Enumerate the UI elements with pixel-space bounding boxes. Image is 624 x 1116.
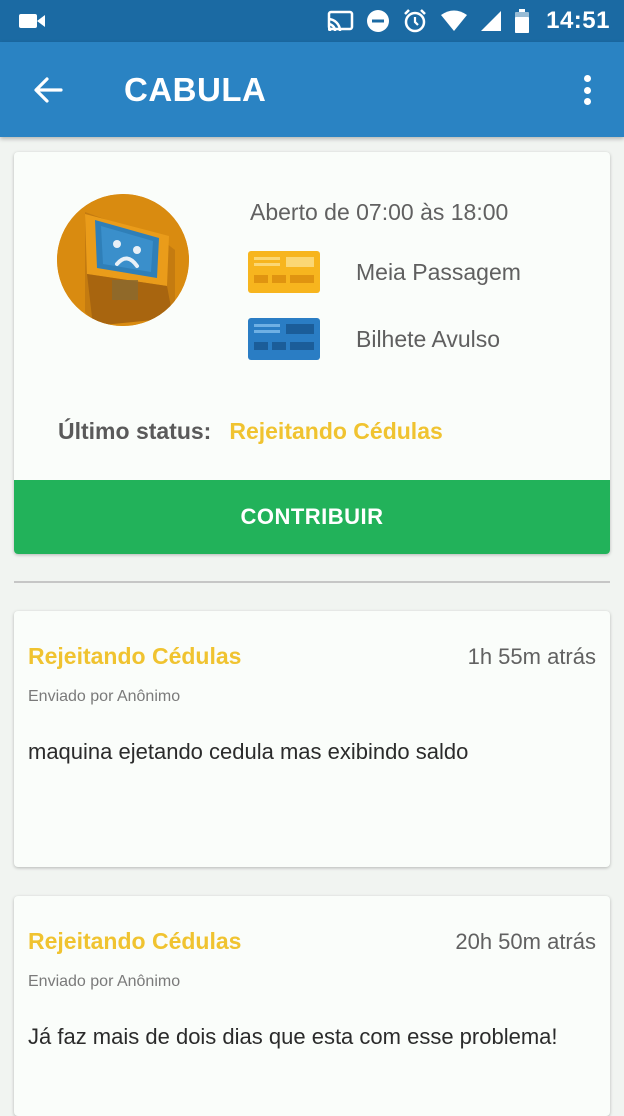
- app-bar: CABULA: [0, 42, 624, 137]
- wifi-icon: [440, 9, 468, 33]
- report-author: Enviado por Anônimo: [28, 688, 181, 705]
- last-status: Último status: Rejeitando Cédulas: [58, 418, 443, 445]
- do-not-disturb-icon: [366, 9, 390, 33]
- report-message: maquina ejetando cedula mas exibindo sal…: [28, 739, 469, 764]
- sad-ticket-machine-icon: [57, 194, 189, 326]
- cast-icon: [326, 9, 354, 33]
- page-title: CABULA: [124, 70, 267, 108]
- ticket-machine-info-card: Aberto de 07:00 às 18:00 Meia Passagem B…: [14, 152, 610, 554]
- report-author: Enviado por Anônimo: [28, 973, 181, 990]
- blue-ticket-card-icon: [248, 318, 320, 360]
- contribute-button[interactable]: CONTRIBUIR: [14, 480, 610, 554]
- yellow-ticket-card-icon: [248, 251, 320, 293]
- more-vert-icon: [583, 75, 591, 82]
- signal-icon: [480, 9, 502, 33]
- ticket-type-label: Meia Passagem: [356, 258, 521, 285]
- battery-icon: [514, 9, 530, 33]
- ticket-type-label: Bilhete Avulso: [356, 325, 501, 352]
- arrow-back-icon: [34, 76, 63, 103]
- report-status: Rejeitando Cédulas: [28, 928, 242, 954]
- ticket-type-bilhete-avulso: Bilhete Avulso: [248, 318, 500, 360]
- report-time: 20h 50m atrás: [455, 929, 596, 954]
- back-button[interactable]: [0, 42, 96, 137]
- last-status-label: Último status:: [58, 418, 212, 444]
- report-time: 1h 55m atrás: [467, 644, 596, 669]
- clock-time: 14:51: [546, 7, 610, 34]
- divider: [14, 581, 610, 583]
- report-card[interactable]: Rejeitando Cédulas 1h 55m atrás Enviado …: [14, 611, 610, 867]
- report-status: Rejeitando Cédulas: [28, 643, 242, 669]
- ticket-type-meia-passagem: Meia Passagem: [248, 251, 521, 293]
- report-card[interactable]: Rejeitando Cédulas 20h 50m atrás Enviado…: [14, 896, 610, 1116]
- alarm-clock-icon: [402, 9, 428, 33]
- video-camera-icon: [18, 9, 46, 33]
- status-bar: 14:51: [0, 0, 624, 42]
- opening-hours: Aberto de 07:00 às 18:00: [250, 199, 509, 225]
- last-status-value: Rejeitando Cédulas: [229, 418, 443, 444]
- report-message: Já faz mais de dois dias que esta com es…: [28, 1024, 558, 1049]
- more-options-button[interactable]: [572, 72, 602, 108]
